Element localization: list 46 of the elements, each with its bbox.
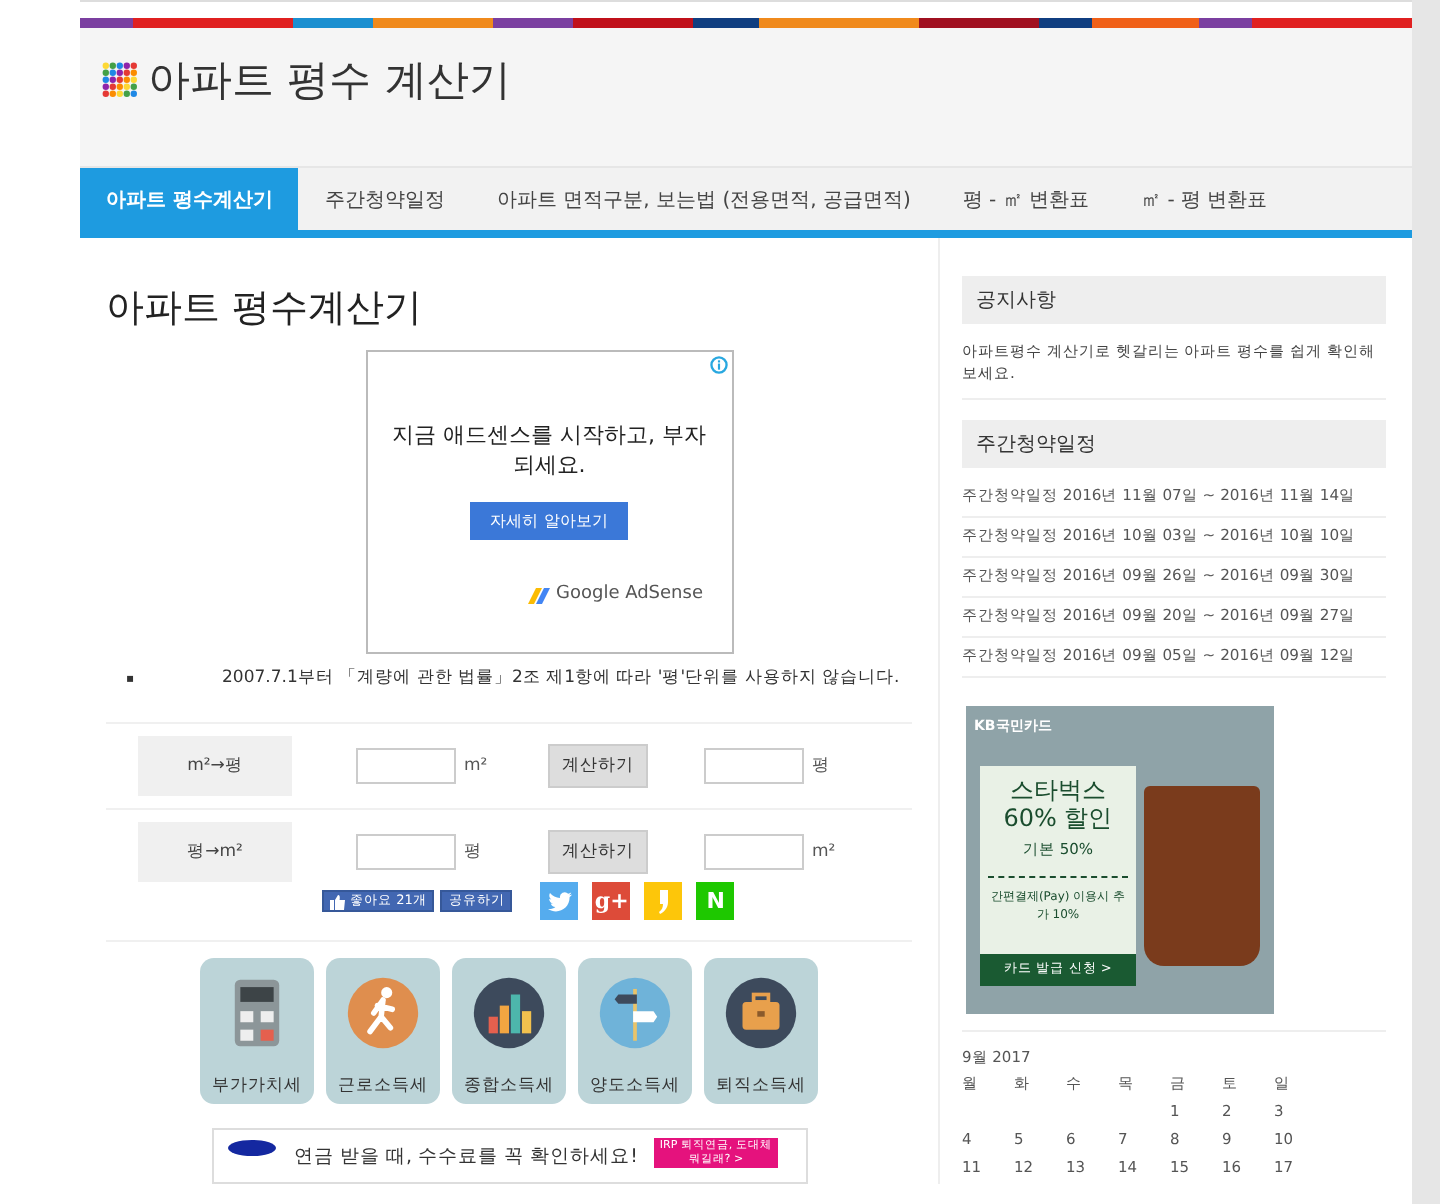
result-field[interactable] [704, 834, 804, 870]
converter-label: m²→평 [138, 736, 292, 796]
unit-label: m² [812, 842, 836, 862]
promo-headline: 스타벅스 60% 할인 [1001, 777, 1115, 833]
converter-label: 평→m² [138, 822, 292, 882]
adsense-logo-icon [526, 583, 550, 604]
calculate-button[interactable]: 계산하기 [548, 830, 648, 874]
unit-label: 평 [812, 754, 832, 778]
nav-tab[interactable]: 주간청약일정 [298, 168, 471, 230]
widget-heading: 공지사항 [962, 276, 1386, 324]
widget-heading: 주간청약일정 [962, 419, 1386, 468]
ad-banner[interactable]: 지금 애드센스를 시작하고, 부자되세요. 자세히 알아보기 Google AdSense [365, 350, 733, 654]
bird-share-button[interactable] [540, 882, 579, 920]
tax-calculator-link[interactable]: 종합소득세 [452, 958, 566, 1104]
ad-headline: 지금 애드센스를 시작하고, 부자되세요. [390, 420, 708, 482]
page-title: 아파트 평수계산기 [106, 284, 425, 334]
result-field[interactable] [704, 748, 804, 784]
area-input-field[interactable] [356, 834, 456, 870]
nav-tab[interactable]: 아파트 면적구분, 보는법 (전용면적, 공급면적) [470, 168, 937, 230]
ad-headline: 연금 받을 때, 수수료를 꼭 확인하세요! [294, 1144, 638, 1170]
briefcase-icon [724, 976, 798, 1050]
google-plus-share-button[interactable]: g+ [592, 882, 631, 920]
dot-grid-logo-icon [102, 62, 138, 98]
tax-calculator-link[interactable]: 양도소득세 [578, 958, 692, 1104]
note-text: 2007.7.1부터 「계량에 관한 법률」2조 제1항에 따라 '평'단위를 사용하지 않습니다. [222, 666, 900, 690]
unit-label: 평 [464, 840, 484, 864]
bar-chart-icon [472, 976, 546, 1050]
area-input-field[interactable] [356, 748, 456, 784]
ad-brand: Google AdSense [556, 583, 703, 604]
comma-icon [657, 889, 670, 913]
site-title[interactable]: 아파트 평수 계산기 [148, 52, 511, 108]
nav-tab[interactable]: 평 - ㎡ 변환표 [936, 168, 1116, 230]
tax-calculator-link[interactable]: 퇴직소득세 [704, 958, 818, 1104]
nav-tab[interactable]: ㎡ - 평 변환표 [1115, 168, 1294, 230]
brand-logo-icon [226, 1138, 278, 1158]
unit-label: m² [464, 756, 488, 776]
runner-icon [346, 976, 420, 1050]
learn-more-button[interactable]: 자세히 알아보기 [470, 501, 628, 540]
info-icon[interactable] [709, 356, 727, 374]
story-share-button[interactable] [644, 882, 683, 920]
tax-calculator-link[interactable]: 근로소득세 [326, 958, 440, 1104]
calculate-button[interactable]: 계산하기 [548, 744, 648, 788]
signpost-icon [598, 976, 672, 1050]
thumbs-up-icon [330, 893, 346, 909]
bird-icon [547, 891, 572, 911]
tax-calculator-link[interactable]: 부가가치세 [200, 958, 314, 1104]
